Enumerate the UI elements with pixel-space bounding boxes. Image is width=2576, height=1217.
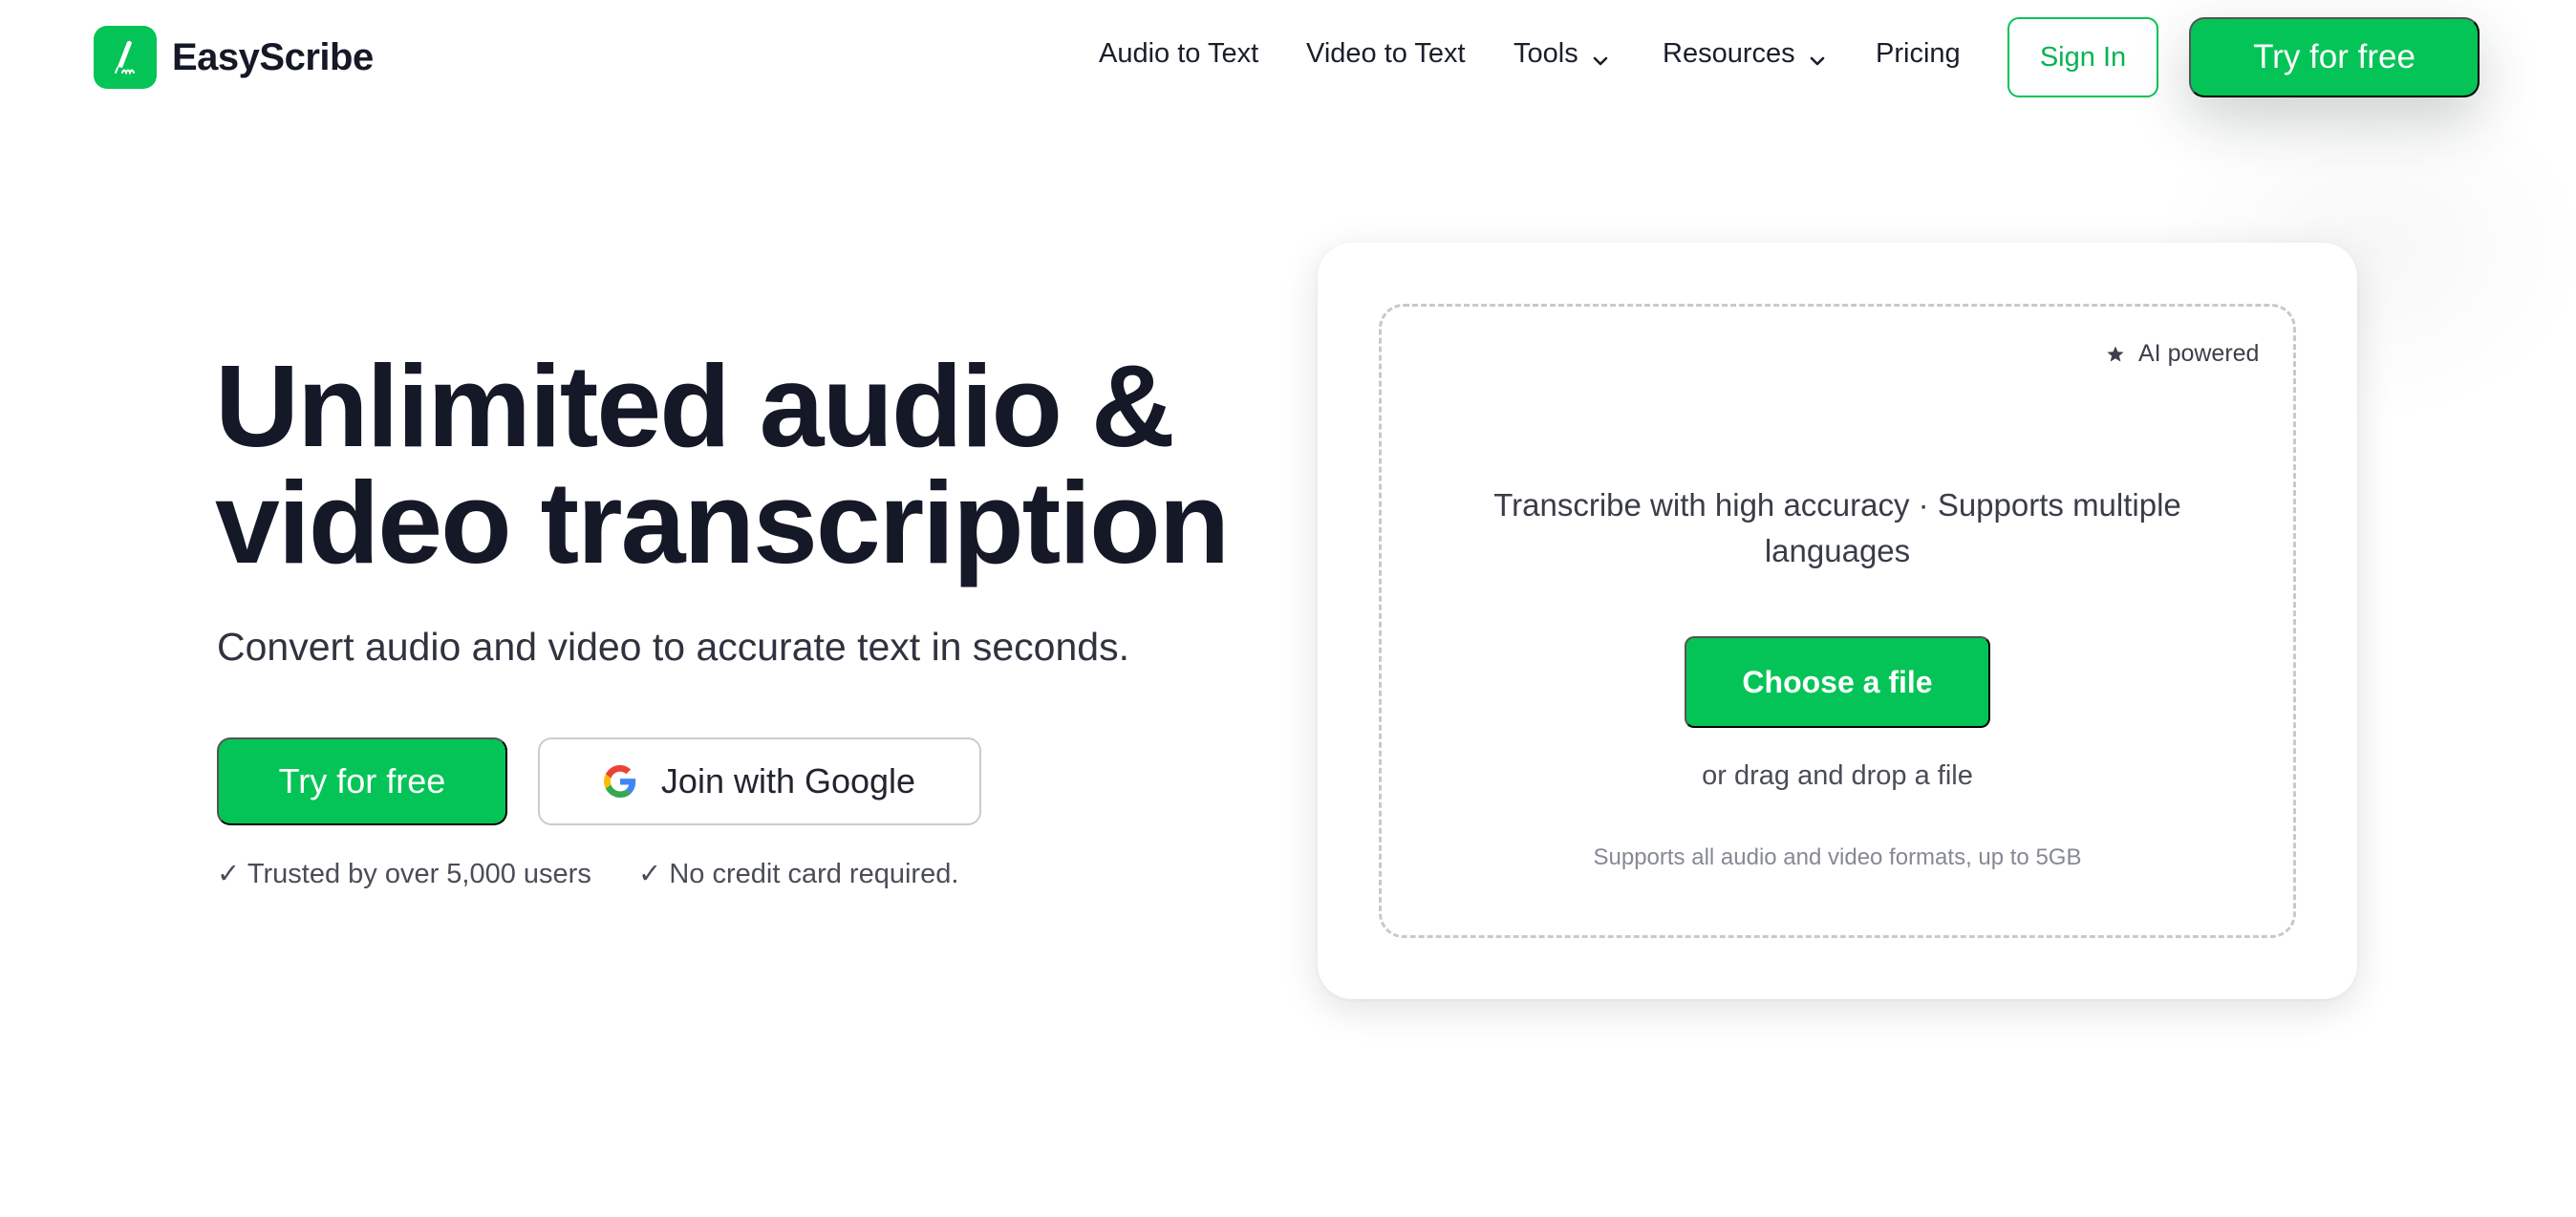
ai-powered-label: AI powered <box>2138 340 2260 367</box>
choose-file-button[interactable]: Choose a file <box>1685 636 1990 728</box>
hero-subheading: Convert audio and video to accurate text… <box>217 625 1129 669</box>
nav-resources[interactable]: Resources <box>1663 38 1826 70</box>
ai-powered-badge: AI powered <box>2106 340 2259 368</box>
google-icon <box>603 765 636 798</box>
upload-description: Transcribe with high accuracy · Supports… <box>1493 487 2181 568</box>
sign-in-button[interactable]: Sign In <box>2007 17 2158 97</box>
google-button-label: Join with Google <box>660 761 916 801</box>
join-with-google-button[interactable]: Join with Google <box>538 737 981 825</box>
nav-label: Audio to Text <box>1099 38 1259 69</box>
trust-note-no-card: ✓ No credit card required. <box>638 859 959 889</box>
nav-tools[interactable]: Tools <box>1513 38 1609 70</box>
chevron-down-icon <box>1592 46 1609 65</box>
nav-pricing[interactable]: Pricing <box>1876 38 1961 70</box>
chevron-down-icon <box>1809 46 1826 65</box>
headline-line-1: Unlimited audio & <box>215 341 1175 471</box>
supported-formats-note: Supports all audio and video formats, up… <box>1593 844 2082 870</box>
hero-headline: Unlimited audio & video transcription <box>215 348 1314 581</box>
nav-label: Pricing <box>1876 38 1961 69</box>
try-for-free-header-button[interactable]: Try for free <box>2189 17 2479 97</box>
nav-audio-to-text[interactable]: Audio to Text <box>1099 38 1258 70</box>
drag-drop-hint: or drag and drop a file <box>1702 760 1973 791</box>
nav-label: Video to Text <box>1306 38 1466 69</box>
file-dropzone[interactable] <box>1379 304 2296 938</box>
headline-line-2: video transcription <box>215 458 1230 587</box>
star-icon <box>2107 346 2124 362</box>
nav-label: Resources <box>1663 38 1795 69</box>
page: EasyScribe Audio to Text Video to Text T… <box>0 0 2576 1217</box>
nav-label: Tools <box>1513 38 1578 69</box>
nav-video-to-text[interactable]: Video to Text <box>1306 38 1466 70</box>
trust-note-users: ✓ Trusted by over 5,000 users <box>217 859 591 889</box>
try-for-free-button[interactable]: Try for free <box>217 737 507 825</box>
site-header: EasyScribe Audio to Text Video to Text T… <box>0 0 2576 115</box>
